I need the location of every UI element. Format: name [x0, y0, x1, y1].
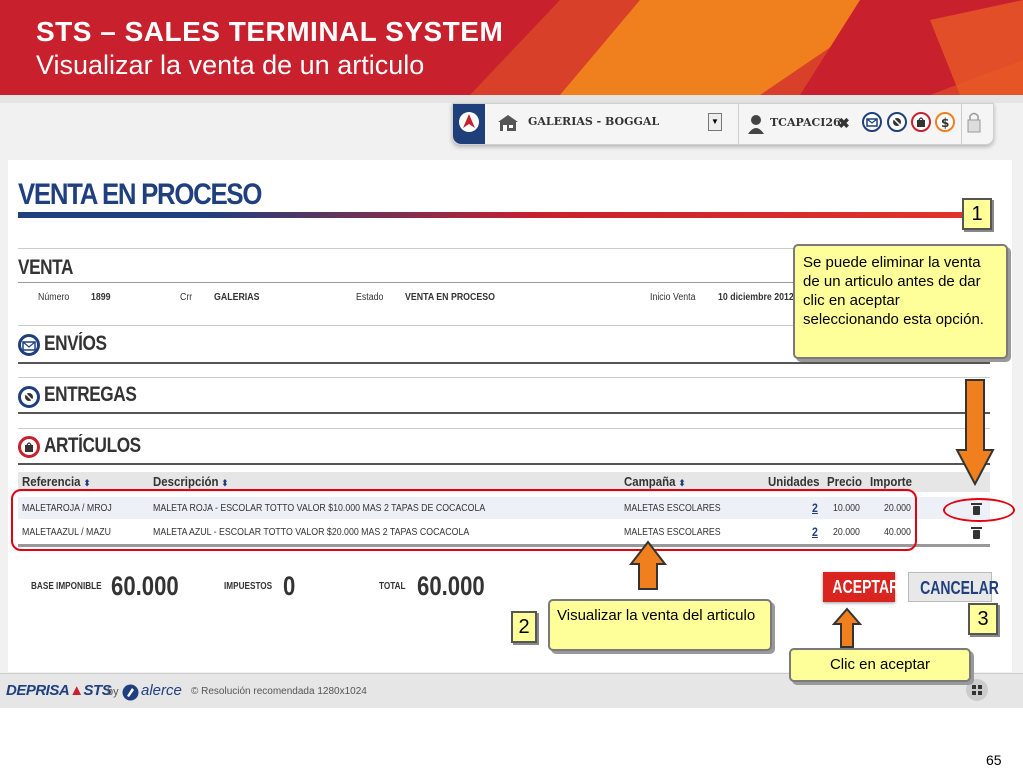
delivery-icon — [18, 386, 40, 408]
footer-by: by — [107, 686, 119, 698]
impuestos-label: IMPUESTOS — [224, 581, 273, 592]
crr-label: Crr — [180, 292, 193, 303]
crr-value: GALERIAS — [214, 292, 260, 303]
step-2-badge: 2 — [511, 611, 537, 643]
trash-highlight — [943, 498, 1015, 522]
callout-accept: Clic en aceptar — [789, 648, 971, 682]
page-number: 65 — [986, 752, 1002, 768]
alerce-icon — [122, 684, 139, 701]
title-underline — [18, 212, 962, 218]
inicio-value: 10 diciembre 2012 — [718, 292, 794, 303]
articles-highlight — [11, 489, 917, 551]
bag-icon[interactable] — [911, 112, 931, 132]
svg-text:$: $ — [941, 116, 949, 130]
numero-value: 1899 — [91, 292, 111, 303]
money-icon[interactable]: $ — [935, 112, 955, 132]
estado-value: VENTA EN PROCESO — [405, 292, 495, 303]
store-selector[interactable]: GALERIAS - BOGGAL — [528, 115, 659, 128]
arrow-down-icon — [955, 379, 995, 487]
step-3-badge: 3 — [968, 603, 998, 635]
close-icon[interactable]: ✖ — [838, 115, 850, 132]
trash-icon[interactable] — [971, 527, 982, 539]
col-campana[interactable]: Campaña ⬍ — [624, 474, 685, 489]
user-name: TCAPACI26 — [770, 116, 841, 129]
grid-menu-icon[interactable] — [966, 679, 988, 701]
aceptar-button[interactable]: ACEPTAR — [823, 572, 899, 602]
total-value: 60.000 — [417, 571, 485, 601]
numero-label: Número — [38, 292, 70, 303]
col-descripcion[interactable]: Descripción ⬍ — [153, 474, 228, 489]
top-toolbar: GALERIAS - BOGGAL ▼ TCAPACI26 ✖ $ — [452, 103, 994, 145]
bag-icon — [18, 436, 40, 458]
lock-icon[interactable] — [966, 110, 982, 134]
slide-title: STS – SALES TERMINAL SYSTEM — [36, 16, 504, 47]
deprisa-logo: DEPRISA▲STS — [6, 682, 112, 699]
chevron-down-icon[interactable]: ▼ — [708, 113, 722, 131]
inicio-label: Inicio Venta — [650, 292, 696, 303]
app-logo[interactable] — [453, 104, 485, 144]
store-icon — [498, 115, 518, 131]
arrow-up-icon — [628, 540, 668, 590]
callout-delete: Se puede eliminar la venta de un articul… — [793, 244, 1008, 359]
section-envios[interactable]: ENVÍOS — [44, 332, 107, 356]
delivery-icon[interactable] — [887, 112, 907, 132]
arrow-up-icon — [832, 607, 862, 648]
page-title: VENTA EN PROCESO — [18, 178, 262, 211]
step-1-badge: 1 — [962, 198, 992, 230]
envelope-icon — [18, 334, 40, 356]
resolution-note: © Resolución recomendada 1280x1024 — [191, 686, 367, 697]
section-venta: VENTA — [18, 256, 74, 279]
callout-view: Visualizar la venta del articulo — [548, 599, 772, 651]
impuestos-value: 0 — [283, 571, 296, 601]
mail-icon[interactable] — [862, 112, 882, 132]
base-value: 60.000 — [111, 571, 179, 601]
section-entregas[interactable]: ENTREGAS — [44, 383, 137, 407]
col-referencia[interactable]: Referencia ⬍ — [22, 474, 90, 489]
estado-label: Estado — [356, 292, 384, 303]
total-label: TOTAL — [379, 581, 406, 592]
col-importe: Importe — [870, 474, 912, 489]
alerce-logo: alerce — [141, 682, 182, 699]
slide-header: STS – SALES TERMINAL SYSTEM Visualizar l… — [0, 0, 1023, 95]
cancelar-button[interactable]: CANCELAR — [908, 572, 999, 602]
section-articulos[interactable]: ARTÍCULOS — [44, 434, 141, 458]
col-precio: Precio — [827, 474, 862, 489]
base-label: BASE IMPONIBLE — [31, 581, 102, 592]
user-icon — [748, 115, 764, 134]
slide-subtitle: Visualizar la venta de un articulo — [36, 50, 425, 80]
col-unidades: Unidades — [768, 474, 820, 489]
